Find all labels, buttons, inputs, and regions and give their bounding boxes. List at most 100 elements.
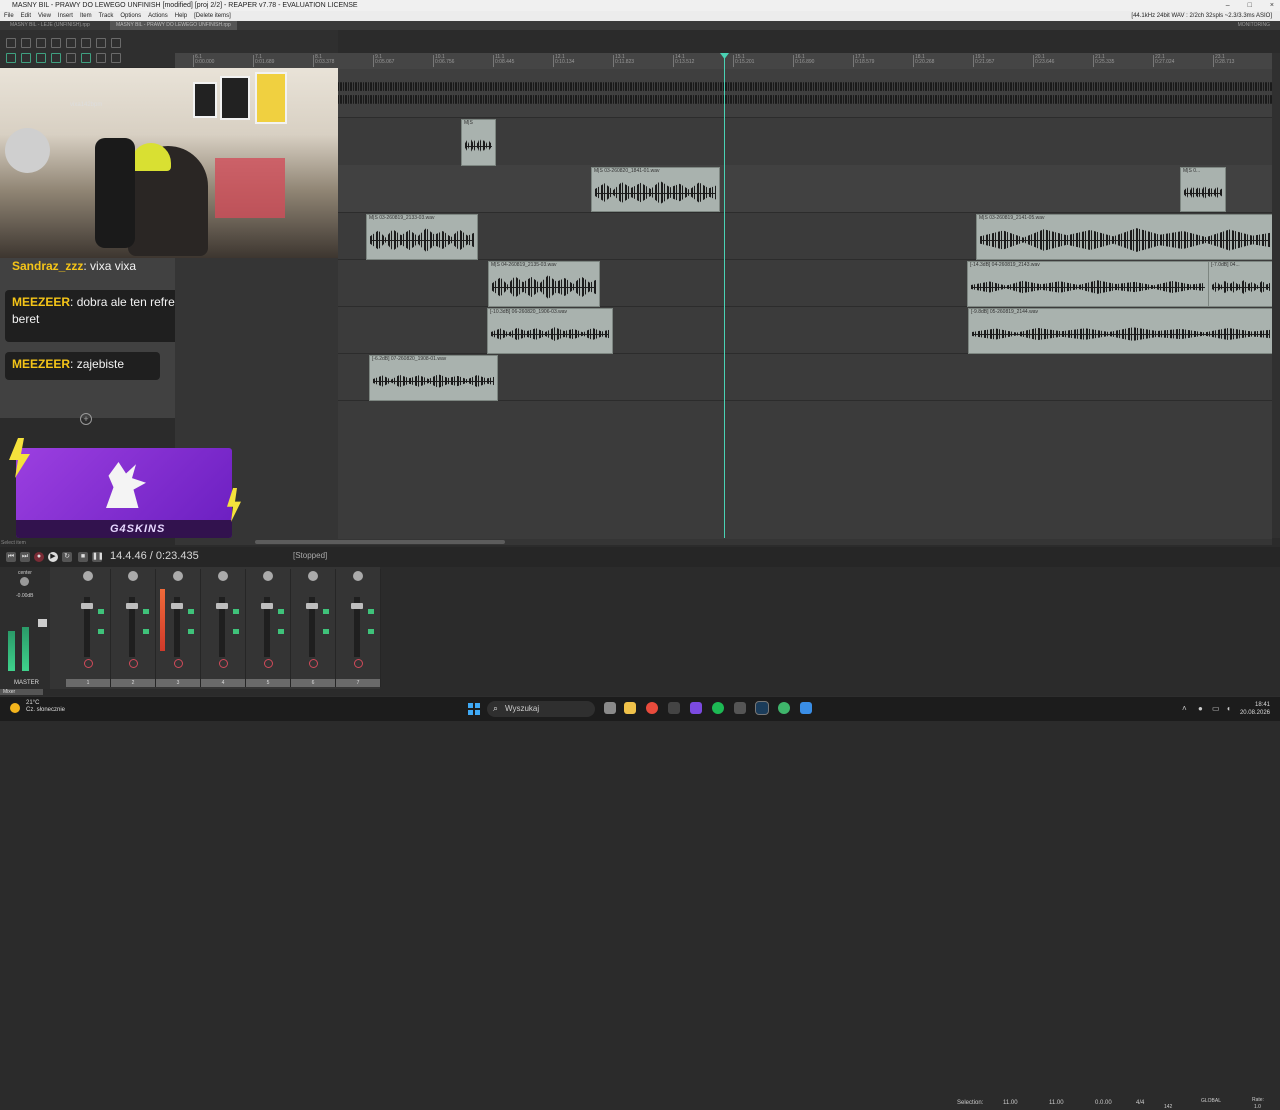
fx-indicator[interactable] <box>278 629 284 634</box>
menu-help[interactable]: Help <box>175 11 187 21</box>
scrollbar-thumb[interactable] <box>255 540 505 544</box>
pan-knob-icon[interactable] <box>263 571 273 581</box>
pan-knob-icon[interactable] <box>173 571 183 581</box>
volume-fader-cap[interactable] <box>306 603 318 609</box>
play-cursor[interactable] <box>724 53 725 538</box>
media-item[interactable]: [-10.3dB] 06-260820_1906-03.wav <box>487 308 613 354</box>
full-track-waveform[interactable] <box>338 82 1272 104</box>
fx-indicator[interactable] <box>143 629 149 634</box>
media-item[interactable]: [-7.0dB] 04... <box>1208 261 1274 307</box>
reaper-icon[interactable] <box>800 702 812 714</box>
spotify-icon[interactable] <box>712 702 724 714</box>
tempo-value[interactable]: 142 <box>1164 1104 1172 1110</box>
monitoring-label[interactable]: MONITORING <box>1238 21 1270 30</box>
redo-icon[interactable] <box>81 38 91 48</box>
mixer-strip[interactable]: 7 <box>336 569 381 687</box>
record-arm-icon[interactable] <box>219 659 228 668</box>
mixer-strip[interactable]: 1 <box>66 569 111 687</box>
media-item[interactable]: M|S 03-260819_2141-05.wav <box>976 214 1274 260</box>
task-view-icon[interactable] <box>604 702 616 714</box>
project-settings-icon[interactable] <box>51 38 61 48</box>
ripple-edit-icon[interactable] <box>21 53 31 63</box>
audio-device-info[interactable]: [44.1kHz 24bit WAV : 2/2ch 32spls ~2.3/3… <box>1131 11 1272 21</box>
app-icon[interactable] <box>734 702 746 714</box>
record-arm-icon[interactable] <box>354 659 363 668</box>
global-label[interactable]: GLOBAL <box>1201 1098 1221 1104</box>
pan-knob-icon[interactable] <box>83 571 93 581</box>
master-fader[interactable] <box>38 619 47 627</box>
maximize-icon[interactable]: □ <box>1248 0 1252 11</box>
messenger-icon[interactable] <box>690 702 702 714</box>
volume-fader-cap[interactable] <box>261 603 273 609</box>
media-item[interactable]: M|S 0... <box>1180 167 1226 212</box>
menu-actions[interactable]: Actions <box>148 11 168 21</box>
save-icon[interactable] <box>36 38 46 48</box>
mixer-strip[interactable]: 4 <box>201 569 246 687</box>
fx-indicator[interactable] <box>368 629 374 634</box>
play-icon[interactable]: ▶ <box>48 552 58 562</box>
windows-start-icon[interactable] <box>468 703 480 715</box>
minimize-icon[interactable]: – <box>1226 0 1230 11</box>
media-item[interactable]: [-14.3dB] 04-260819_2143.wav <box>967 261 1209 307</box>
volume-fader-cap[interactable] <box>216 603 228 609</box>
selection-length[interactable]: 0.0.00 <box>1095 1100 1112 1106</box>
menu-edit[interactable]: Edit <box>21 11 31 21</box>
media-item[interactable]: M|S <box>461 119 496 166</box>
menu-file[interactable]: File <box>4 11 14 21</box>
mixer-strip[interactable]: 6 <box>291 569 336 687</box>
volume-icon[interactable]: ◖ <box>1226 704 1231 713</box>
fx-indicator[interactable] <box>233 609 239 614</box>
microphone-icon[interactable]: ● <box>1198 704 1203 713</box>
fx-indicator[interactable] <box>323 629 329 634</box>
selection-start[interactable]: 11.00 <box>1003 1100 1018 1106</box>
undo-icon[interactable] <box>66 38 76 48</box>
media-item[interactable]: M|S 03-260820_1841-01.wav <box>591 167 720 212</box>
chrome-icon[interactable] <box>646 702 658 714</box>
media-item[interactable]: [-6.2dB] 07-260820_1908-01.wav <box>369 355 498 401</box>
master-strip[interactable]: center -0.00dB MASTER <box>0 567 50 689</box>
record-arm-icon[interactable] <box>264 659 273 668</box>
crossfade-icon[interactable] <box>66 53 76 63</box>
track-lane[interactable] <box>338 69 1272 118</box>
menu-item[interactable]: Item <box>80 11 92 21</box>
volume-fader-cap[interactable] <box>126 603 138 609</box>
mixer-strip[interactable]: 3 <box>156 569 201 687</box>
menu-view[interactable]: View <box>38 11 51 21</box>
pan-knob-icon[interactable] <box>353 571 363 581</box>
taskbar-search[interactable]: ⌕ Wyszukaj <box>487 701 595 717</box>
go-to-start-icon[interactable]: ⏮ <box>6 552 16 562</box>
record-icon[interactable]: ● <box>34 552 44 562</box>
fx-indicator[interactable] <box>98 609 104 614</box>
steam-icon[interactable] <box>755 701 769 715</box>
rate-value[interactable]: 1.0 <box>1254 1104 1261 1110</box>
timeline-ruler[interactable]: 6.1 0:00.000 7.1 0:01.689 8.1 0:03.378 9.1 0:05… <box>175 53 1280 70</box>
mixer-tab[interactable]: Mixer <box>0 689 43 695</box>
horizontal-scrollbar[interactable] <box>175 539 1272 545</box>
record-arm-icon[interactable] <box>309 659 318 668</box>
close-icon[interactable]: × <box>1270 0 1274 11</box>
marker-icon[interactable] <box>111 53 121 63</box>
media-item[interactable]: M|S 03-260819_2133-03.wav <box>366 214 478 260</box>
repeat-icon[interactable]: ↻ <box>62 552 72 562</box>
menu-undo-hint[interactable]: [Delete items] <box>194 11 231 21</box>
add-circle-icon[interactable]: + <box>80 413 92 425</box>
menu-track[interactable]: Track <box>99 11 114 21</box>
record-arm-icon[interactable] <box>84 659 93 668</box>
new-project-icon[interactable] <box>6 38 16 48</box>
mixer-strip[interactable]: 5 <box>246 569 291 687</box>
project-tab-1[interactable]: MASNY BIL - LEJE (UNFINISH).rpp <box>4 21 96 30</box>
pan-knob-icon[interactable] <box>128 571 138 581</box>
fx-indicator[interactable] <box>323 609 329 614</box>
media-item[interactable]: M|S 04-260819_2135-03.wav <box>488 261 600 307</box>
project-tab-2[interactable]: MASNY BIL - PRAWY DO LEWEGO UNFINISH.rpp <box>110 21 237 30</box>
loop-icon[interactable] <box>81 53 91 63</box>
volume-fader-cap[interactable] <box>351 603 363 609</box>
metronome-icon[interactable] <box>96 38 106 48</box>
app-icon[interactable] <box>668 702 680 714</box>
pan-knob-icon[interactable] <box>308 571 318 581</box>
snap-icon[interactable] <box>6 53 16 63</box>
grid-toggle-icon[interactable] <box>111 38 121 48</box>
volume-fader-cap[interactable] <box>81 603 93 609</box>
record-arm-icon[interactable] <box>174 659 183 668</box>
mixer-strip[interactable]: 2 <box>111 569 156 687</box>
